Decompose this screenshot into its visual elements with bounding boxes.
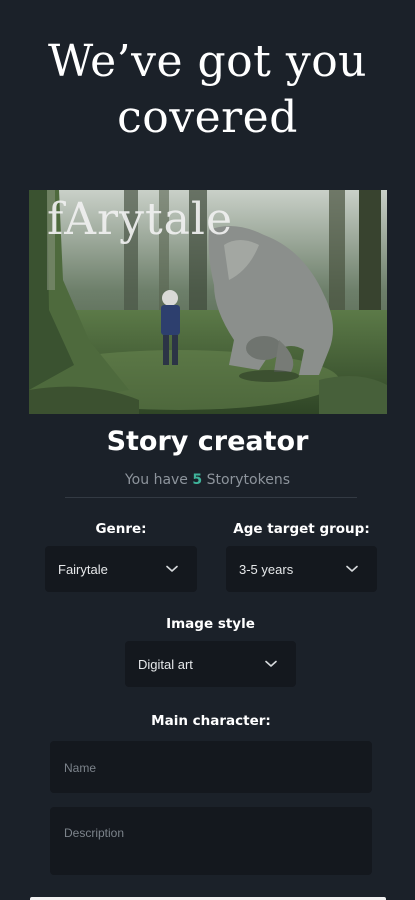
divider [65,497,357,498]
main-character-label: Main character: [151,713,271,729]
genre-select[interactable]: Fairytale [45,546,197,592]
page-title: Story creator [106,426,309,457]
age-group-value: 3-5 years [239,561,294,577]
token-balance-prefix: You have [124,472,188,488]
description-placeholder: Description [64,826,125,840]
image-style-value: Digital art [138,656,193,672]
genre-label: Genre: [95,521,147,537]
headline: We’ve got you covered [47,36,368,143]
genre-value: Fairytale [58,561,108,577]
chevron-down-icon [264,657,278,671]
age-group-label: Age target group: [233,521,370,537]
chevron-down-icon [165,562,179,576]
token-balance-suffix: Storytokens [206,472,291,488]
token-balance: You have 5 Storytokens [0,472,415,488]
image-style-select[interactable]: Digital art [125,641,296,687]
token-count: 5 [192,472,203,488]
hero-overlay-title: fArytale [47,194,233,245]
image-style-label: Image style [166,616,255,632]
character-name-input[interactable]: Name [50,741,372,793]
hero-image: fArytale [29,190,387,414]
chevron-down-icon [345,562,359,576]
age-group-select[interactable]: 3-5 years [226,546,377,592]
name-placeholder: Name [64,761,97,775]
character-description-input[interactable]: Description [50,807,372,875]
